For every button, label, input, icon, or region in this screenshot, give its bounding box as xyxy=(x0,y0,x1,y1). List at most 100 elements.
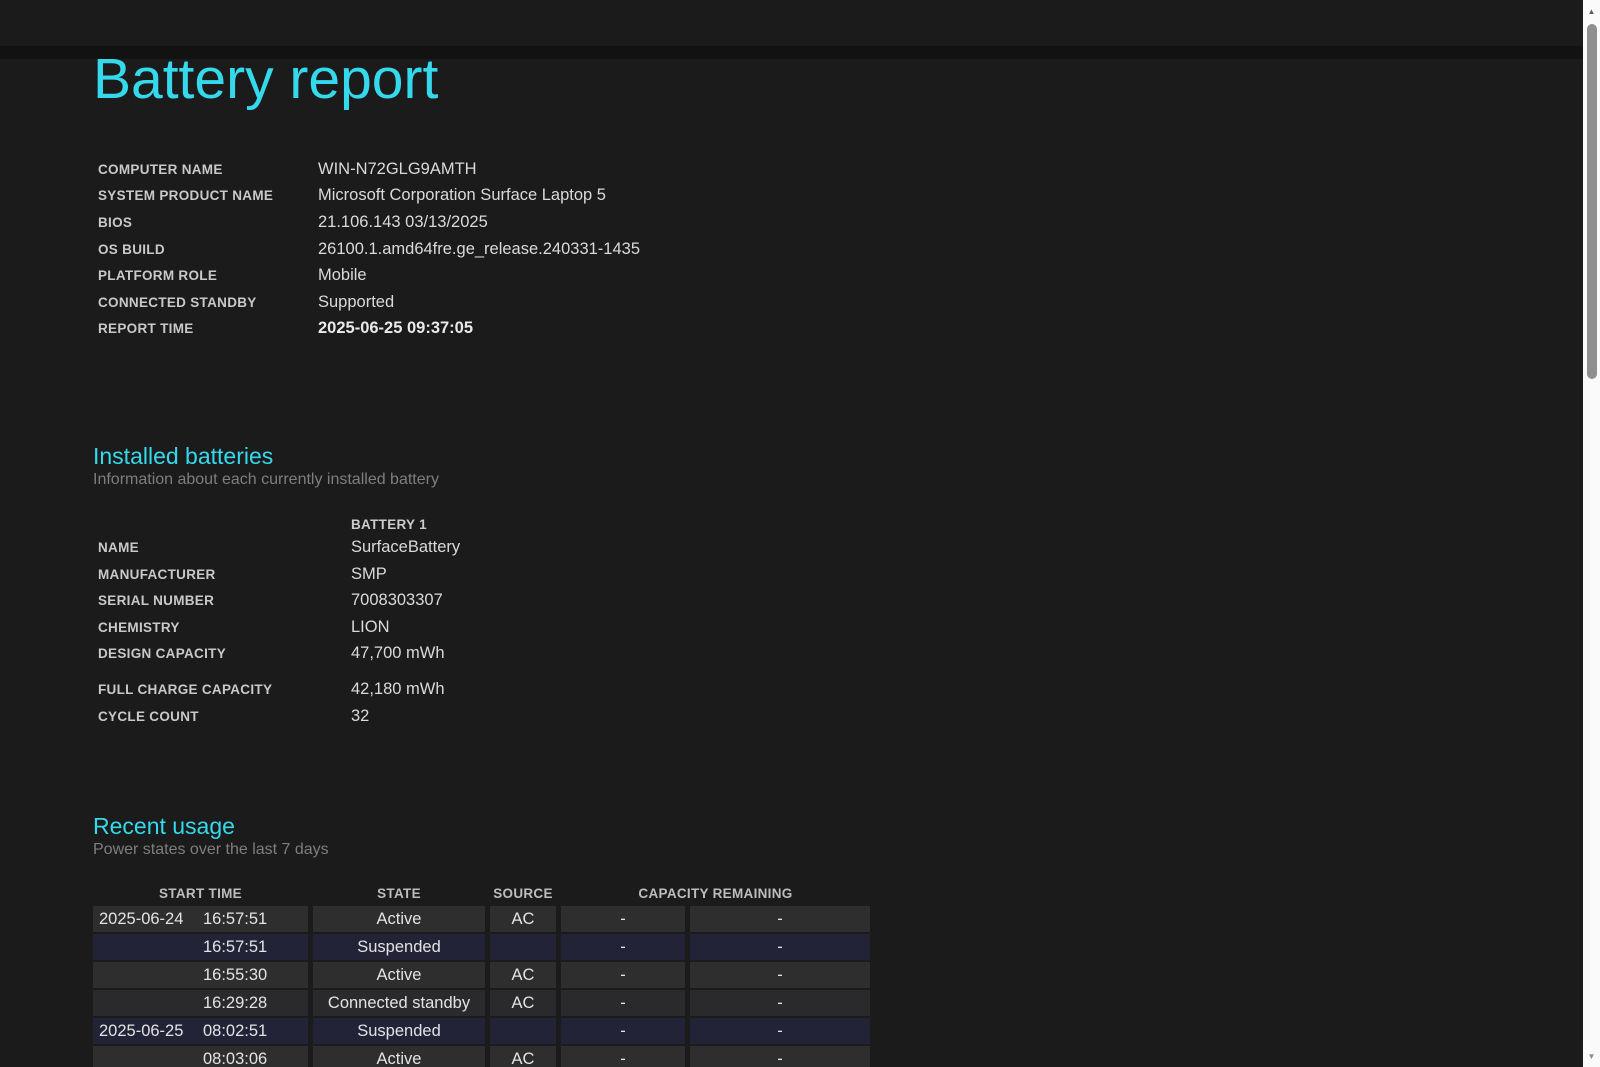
usage-cell-capacity-mwh: - xyxy=(690,934,870,960)
usage-cell-state: Active xyxy=(313,906,485,932)
installed-batteries-subtitle: Information about each currently install… xyxy=(93,470,1600,490)
usage-time: 16:55:30 xyxy=(203,962,267,988)
info-row-label: REPORT TIME xyxy=(98,321,318,336)
battery-1-column-header: BATTERY 1 xyxy=(351,517,427,532)
usage-time: 16:29:28 xyxy=(203,990,267,1016)
usage-cell-start-time: 16:29:28 xyxy=(93,990,308,1016)
col-header-source: SOURCE xyxy=(490,882,556,904)
col-header-capacity-remaining: CAPACITY REMAINING xyxy=(561,882,870,904)
usage-cell-state: Active xyxy=(313,962,485,988)
usage-time: 16:57:51 xyxy=(203,906,267,932)
recent-usage-subtitle: Power states over the last 7 days xyxy=(93,840,1600,860)
info-row-label: COMPUTER NAME xyxy=(98,162,318,177)
info-row-value: Supported xyxy=(318,293,394,312)
usage-cell-capacity-mwh: - xyxy=(690,1046,870,1067)
start-time-wrap: 08:03:06 xyxy=(93,1046,308,1067)
info-row: SERIAL NUMBER 7008303307 xyxy=(93,587,1600,614)
battery-report-page: Battery report COMPUTER NAME WIN-N72GLG9… xyxy=(0,46,1600,1067)
battery-table-header: BATTERY 1 xyxy=(93,514,1600,534)
info-row: CONNECTED STANDBY Supported xyxy=(93,289,1600,316)
scrollbar-thumb[interactable] xyxy=(1587,24,1597,379)
info-row: SYSTEM PRODUCT NAME Microsoft Corporatio… xyxy=(93,183,1600,210)
usage-table-row: 16:57:51 Suspended - - xyxy=(93,934,870,960)
battery-info-table: NAME SurfaceBattery MANUFACTURER SMP SER… xyxy=(93,534,1600,729)
col-header-start-time: START TIME xyxy=(93,882,308,904)
usage-header-row: START TIME STATE SOURCE CAPACITY REMAINI… xyxy=(93,882,870,904)
start-time-wrap: 16:55:30 xyxy=(93,962,308,988)
scroll-up-icon[interactable]: ▲ xyxy=(1583,3,1600,19)
usage-date xyxy=(99,962,203,988)
info-row-value: WIN-N72GLG9AMTH xyxy=(318,160,477,179)
info-row-value: Mobile xyxy=(318,266,367,285)
start-time-wrap: 16:29:28 xyxy=(93,990,308,1016)
usage-cell-start-time: 08:03:06 xyxy=(93,1046,308,1067)
usage-date xyxy=(99,934,203,960)
info-row-value: 47,700 mWh xyxy=(351,644,445,663)
recent-usage-table-head: START TIME STATE SOURCE CAPACITY REMAINI… xyxy=(93,882,870,904)
usage-date: 2025-06-25 xyxy=(99,1018,203,1044)
start-time-wrap: 2025-06-25 08:02:51 xyxy=(93,1018,308,1044)
info-row-label: CONNECTED STANDBY xyxy=(98,295,318,310)
vertical-scrollbar[interactable]: ▲ ▼ xyxy=(1583,0,1600,1067)
usage-time: 08:03:06 xyxy=(203,1046,267,1067)
info-row-value: SMP xyxy=(351,565,387,584)
info-row-label: CYCLE COUNT xyxy=(98,709,351,724)
info-row: FULL CHARGE CAPACITY 42,180 mWh xyxy=(93,676,1600,703)
info-row: OS BUILD 26100.1.amd64fre.ge_release.240… xyxy=(93,236,1600,263)
info-row: PLATFORM ROLE Mobile xyxy=(93,262,1600,289)
usage-table-row: 2025-06-25 08:02:51 Suspended - - xyxy=(93,1018,870,1044)
usage-table-row: 08:03:06 Active AC - - xyxy=(93,1046,870,1067)
info-row: REPORT TIME 2025-06-25 09:37:05 xyxy=(93,316,1600,343)
scroll-down-icon[interactable]: ▼ xyxy=(1583,1048,1600,1064)
info-row-label: FULL CHARGE CAPACITY xyxy=(98,682,351,697)
info-row: CHEMISTRY LION xyxy=(93,614,1600,641)
page-title: Battery report xyxy=(93,46,1600,112)
usage-cell-capacity-mwh: - xyxy=(690,1018,870,1044)
info-row: COMPUTER NAME WIN-N72GLG9AMTH xyxy=(93,156,1600,183)
installed-batteries-heading: Installed batteries xyxy=(93,442,1600,470)
info-row-label: MANUFACTURER xyxy=(98,567,351,582)
usage-cell-source: AC xyxy=(490,1046,556,1067)
info-row: NAME SurfaceBattery xyxy=(93,534,1600,561)
usage-cell-capacity-percent: - xyxy=(561,962,685,988)
info-row: DESIGN CAPACITY 47,700 mWh xyxy=(93,641,1600,668)
usage-cell-capacity-percent: - xyxy=(561,1046,685,1067)
usage-date xyxy=(99,990,203,1016)
usage-cell-capacity-percent: - xyxy=(561,990,685,1016)
col-header-state: STATE xyxy=(313,882,485,904)
usage-cell-capacity-mwh: - xyxy=(690,906,870,932)
usage-cell-capacity-mwh: - xyxy=(690,962,870,988)
info-row: BIOS 21.106.143 03/13/2025 xyxy=(93,209,1600,236)
info-row: CYCLE COUNT 32 xyxy=(93,703,1600,730)
usage-cell-source xyxy=(490,1018,556,1044)
usage-cell-capacity-mwh: - xyxy=(690,990,870,1016)
usage-cell-capacity-percent: - xyxy=(561,1018,685,1044)
usage-date xyxy=(99,1046,203,1067)
usage-cell-capacity-percent: - xyxy=(561,906,685,932)
start-time-wrap: 16:57:51 xyxy=(93,934,308,960)
usage-cell-state: Suspended xyxy=(313,934,485,960)
info-row-label: SERIAL NUMBER xyxy=(98,593,351,608)
usage-table-row: 2025-06-24 16:57:51 Active AC - - xyxy=(93,906,870,932)
usage-cell-state: Suspended xyxy=(313,1018,485,1044)
info-row: MANUFACTURER SMP xyxy=(93,561,1600,588)
usage-cell-state: Connected standby xyxy=(313,990,485,1016)
usage-cell-source: AC xyxy=(490,906,556,932)
usage-cell-start-time: 2025-06-25 08:02:51 xyxy=(93,1018,308,1044)
usage-cell-state: Active xyxy=(313,1046,485,1067)
info-row-label: BIOS xyxy=(98,215,318,230)
info-row-label: DESIGN CAPACITY xyxy=(98,646,351,661)
info-row-label: SYSTEM PRODUCT NAME xyxy=(98,188,318,203)
info-row-value: 32 xyxy=(351,707,369,726)
start-time-wrap: 2025-06-24 16:57:51 xyxy=(93,906,308,932)
usage-cell-start-time: 2025-06-24 16:57:51 xyxy=(93,906,308,932)
usage-time: 16:57:51 xyxy=(203,934,267,960)
usage-time: 08:02:51 xyxy=(203,1018,267,1044)
info-row-value: 26100.1.amd64fre.ge_release.240331-1435 xyxy=(318,240,640,259)
info-row-value: 21.106.143 03/13/2025 xyxy=(318,213,488,232)
usage-date: 2025-06-24 xyxy=(99,906,203,932)
info-row-value: LION xyxy=(351,618,390,637)
info-row-label: NAME xyxy=(98,540,351,555)
info-row-label: CHEMISTRY xyxy=(98,620,351,635)
info-row-value: Microsoft Corporation Surface Laptop 5 xyxy=(318,186,606,205)
